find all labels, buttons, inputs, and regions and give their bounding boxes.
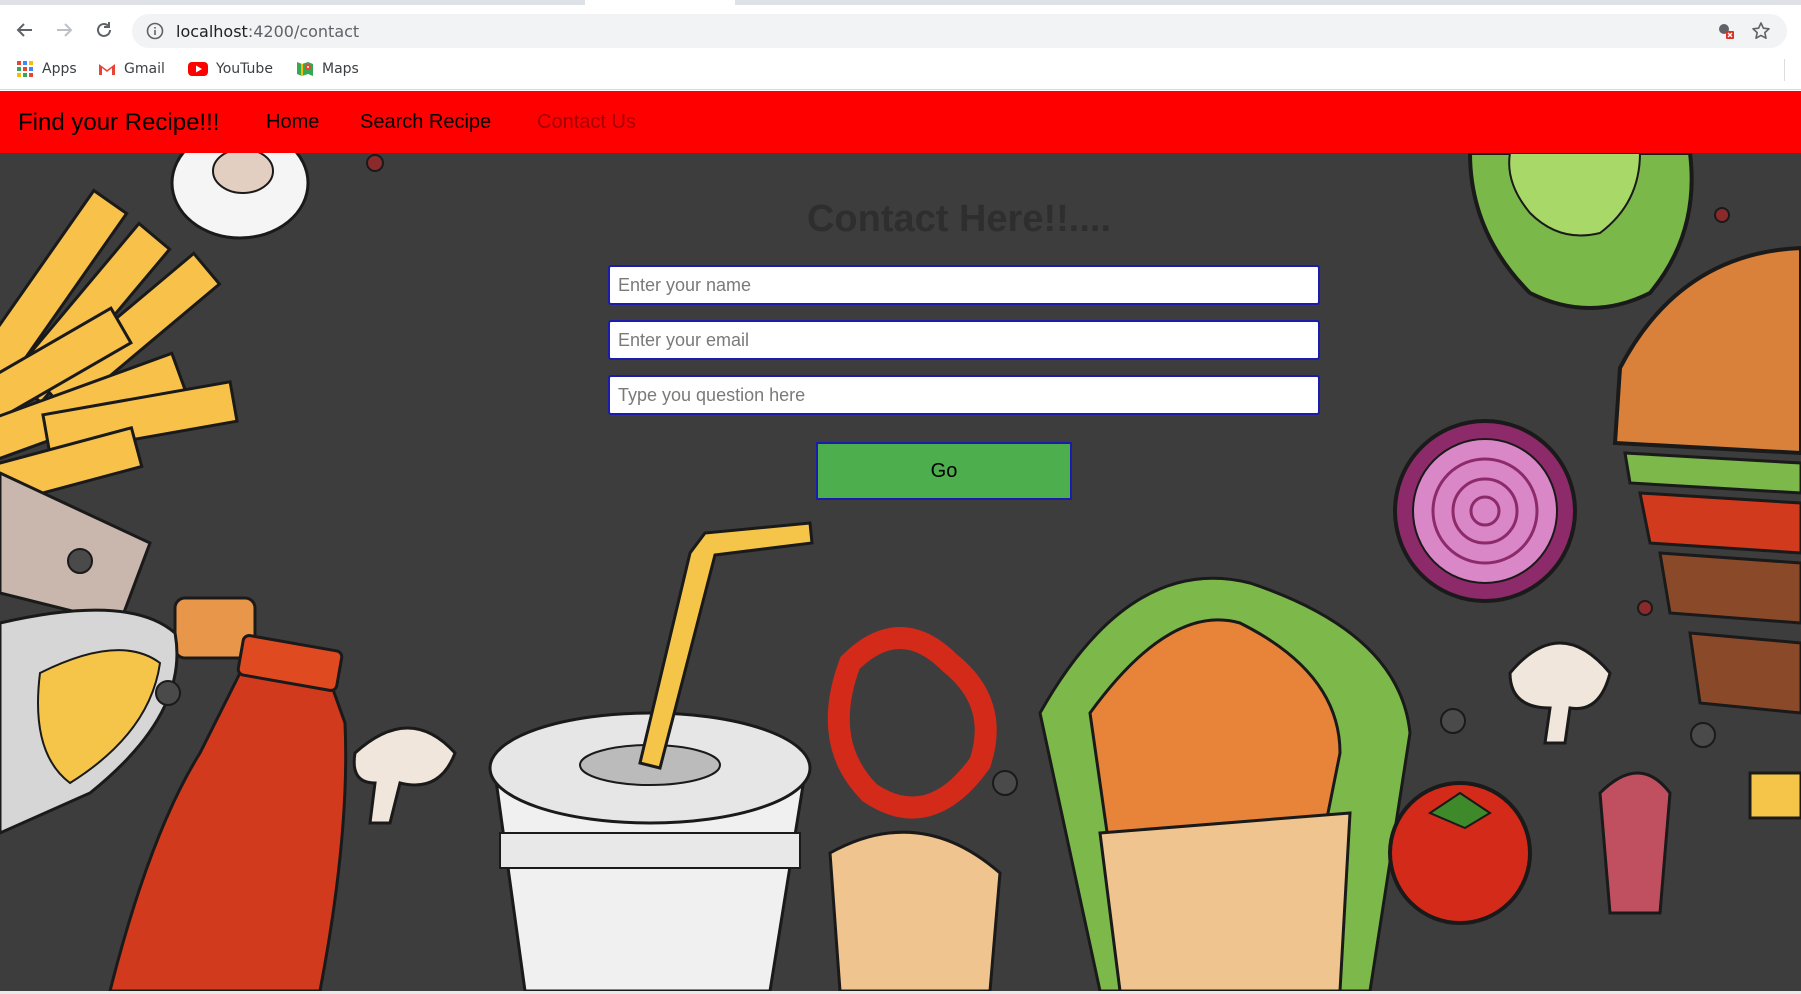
- bookmark-gmail[interactable]: Gmail: [98, 60, 165, 78]
- browser-toolbar: localhost:4200/contact: [0, 5, 1801, 51]
- url-path: :4200/contact: [247, 22, 360, 41]
- blocked-content-icon[interactable]: [1717, 22, 1735, 40]
- youtube-icon: [188, 62, 208, 76]
- bookmark-label: Maps: [322, 61, 359, 77]
- app-navbar: Find your Recipe!!! Home Search Recipe C…: [0, 91, 1801, 153]
- address-bar[interactable]: localhost:4200/contact: [132, 14, 1787, 48]
- nav-link-contact-us[interactable]: Contact Us: [537, 111, 636, 134]
- back-button[interactable]: [9, 14, 41, 46]
- go-button[interactable]: Go: [816, 442, 1072, 500]
- bookmark-apps[interactable]: Apps: [16, 60, 77, 78]
- star-icon[interactable]: [1751, 21, 1771, 41]
- apps-grid-icon: [17, 61, 33, 77]
- bookmark-label: Gmail: [124, 61, 165, 77]
- gmail-icon: [99, 64, 115, 75]
- back-arrow-icon: [16, 23, 32, 37]
- reload-button[interactable]: [88, 14, 120, 46]
- bookmark-maps[interactable]: Maps: [296, 60, 359, 78]
- bookmark-label: Apps: [42, 61, 77, 77]
- nav-link-search-recipe[interactable]: Search Recipe: [360, 111, 491, 134]
- question-input[interactable]: [608, 375, 1320, 415]
- name-input[interactable]: [608, 265, 1320, 305]
- email-input[interactable]: [608, 320, 1320, 360]
- forward-button[interactable]: [48, 14, 80, 46]
- bookmarks-bar: Apps Gmail YouTube Maps: [0, 51, 1801, 90]
- nav-link-home[interactable]: Home: [266, 111, 319, 134]
- bookmark-youtube[interactable]: YouTube: [188, 60, 273, 78]
- brand-title[interactable]: Find your Recipe!!!: [18, 109, 219, 137]
- forward-arrow-icon: [57, 23, 73, 37]
- info-icon[interactable]: [146, 22, 164, 40]
- url-host: localhost: [176, 22, 248, 41]
- url-text[interactable]: localhost:4200/contact: [176, 22, 359, 41]
- bookmark-label: YouTube: [216, 61, 273, 77]
- contact-title: Contact Here!!....: [806, 198, 1112, 240]
- other-bookmarks-icon[interactable]: [1784, 59, 1801, 81]
- maps-icon: [297, 62, 313, 76]
- reload-icon: [97, 22, 111, 37]
